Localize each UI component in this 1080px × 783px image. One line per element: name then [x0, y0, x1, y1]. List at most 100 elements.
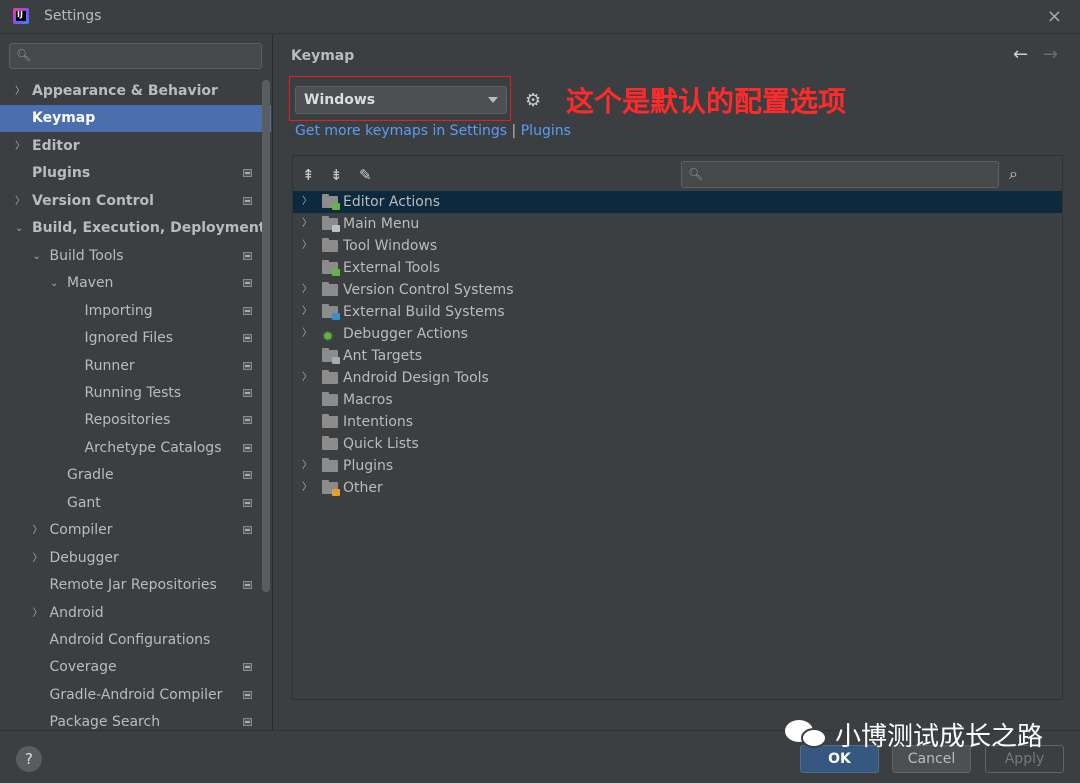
- action-group-row[interactable]: Intentions: [293, 411, 1062, 433]
- sidebar-item[interactable]: Gradle-Android Compiler: [0, 682, 272, 709]
- chevron-right-icon[interactable]: 〉: [302, 477, 312, 499]
- action-group-row[interactable]: 〉 Main Menu: [293, 213, 1062, 235]
- action-group-row[interactable]: Ant Targets: [293, 345, 1062, 367]
- sidebar-item[interactable]: Gant: [0, 490, 272, 517]
- sidebar-item[interactable]: 〉 Editor: [0, 133, 272, 160]
- sidebar-item[interactable]: Importing: [0, 298, 272, 325]
- chevron-right-icon[interactable]: 〉: [302, 191, 312, 213]
- project-scope-icon: [243, 251, 252, 260]
- action-group-row[interactable]: Macros: [293, 389, 1062, 411]
- sidebar-item[interactable]: 〉 Compiler: [0, 517, 272, 544]
- close-icon[interactable]: ×: [1047, 6, 1062, 27]
- action-group-row[interactable]: 〉 Plugins: [293, 455, 1062, 477]
- chevron-right-icon[interactable]: 〉: [302, 213, 312, 235]
- sidebar-item[interactable]: ⌄ Maven: [0, 270, 272, 297]
- action-group-label: Editor Actions: [343, 194, 441, 210]
- action-group-row[interactable]: Quick Lists: [293, 433, 1062, 455]
- sidebar-item[interactable]: Archetype Catalogs: [0, 435, 272, 462]
- sidebar-search-input[interactable]: 🔍︎: [9, 43, 262, 69]
- wechat-logo-icon: [785, 718, 831, 750]
- sidebar-item[interactable]: 〉 Debugger: [0, 545, 272, 572]
- sidebar-item-label: Editor: [32, 137, 80, 154]
- project-scope-icon: [243, 361, 252, 370]
- sidebar-item-label: Appearance & Behavior: [32, 83, 218, 99]
- title-bar: IJ Settings ×: [0, 0, 1080, 34]
- chevron-right-icon[interactable]: 〉: [302, 455, 312, 477]
- action-group-row[interactable]: 〉 Version Control Systems: [293, 279, 1062, 301]
- action-group-row[interactable]: 〉 Tool Windows: [293, 235, 1062, 257]
- sidebar-item-label: Maven: [67, 275, 114, 292]
- chevron-right-icon[interactable]: 〉: [302, 301, 312, 323]
- sidebar-item[interactable]: Running Tests: [0, 380, 272, 407]
- collapse-all-icon[interactable]: ⇟: [330, 166, 343, 184]
- action-group-row[interactable]: 〉 Android Design Tools: [293, 367, 1062, 389]
- window-title: Settings: [44, 8, 102, 24]
- action-group-label: Android Design Tools: [343, 370, 489, 386]
- help-button[interactable]: ?: [16, 746, 42, 772]
- sidebar-item-label: Coverage: [49, 659, 117, 676]
- sidebar-item[interactable]: ⌄ Build Tools: [0, 243, 272, 270]
- sidebar-item[interactable]: Repositories: [0, 407, 272, 434]
- sidebar-item[interactable]: 〉 Version Control: [0, 188, 272, 215]
- project-scope-icon: [243, 663, 252, 672]
- sidebar-item[interactable]: 〉 Android: [0, 600, 272, 627]
- chevron-right-icon[interactable]: 〉: [302, 367, 312, 389]
- find-by-shortcut-icon[interactable]: ⌕: [1009, 164, 1018, 184]
- action-group-row[interactable]: 〉 Other: [293, 477, 1062, 499]
- sidebar-item[interactable]: Android Configurations: [0, 627, 272, 654]
- back-arrow-icon[interactable]: ←: [1013, 44, 1028, 65]
- gear-icon[interactable]: ⚙: [525, 90, 541, 111]
- get-more-keymaps-link[interactable]: Get more keymaps in Settings: [295, 123, 507, 139]
- sidebar-item-label: Gradle-Android Compiler: [49, 686, 223, 703]
- sidebar-item[interactable]: Coverage: [0, 654, 272, 681]
- chevron-down-icon[interactable]: ⌄: [50, 270, 58, 297]
- sidebar-item[interactable]: Keymap: [0, 105, 271, 133]
- sidebar-item[interactable]: Gradle: [0, 462, 272, 489]
- action-group-row[interactable]: 〉 ✹ Debugger Actions: [293, 323, 1062, 345]
- project-scope-icon: [243, 196, 252, 205]
- project-scope-icon: [243, 388, 252, 397]
- sidebar-item-label: Android: [49, 604, 104, 621]
- folder-icon: [322, 414, 338, 428]
- edit-icon[interactable]: ✎: [359, 166, 372, 184]
- chevron-right-icon[interactable]: 〉: [33, 517, 43, 544]
- sidebar-item[interactable]: Runner: [0, 353, 272, 380]
- sidebar-item-label: Ignored Files: [84, 330, 174, 347]
- chevron-right-icon[interactable]: 〉: [15, 78, 25, 105]
- sidebar-item[interactable]: ⌄ Build, Execution, Deployment: [0, 215, 272, 242]
- action-group-row[interactable]: 〉 Editor Actions: [293, 191, 1062, 213]
- actions-search-input[interactable]: 🔍︎: [681, 161, 999, 188]
- chevron-right-icon[interactable]: 〉: [33, 600, 43, 627]
- watermark-text: 小博测试成长之路: [835, 722, 1044, 752]
- chevron-right-icon[interactable]: 〉: [15, 133, 25, 160]
- sidebar-item-label: Gradle: [67, 467, 114, 484]
- sidebar-item-label: Repositories: [84, 412, 171, 429]
- chevron-down-icon[interactable]: ⌄: [15, 215, 23, 242]
- sidebar-item-label: Gant: [67, 494, 101, 511]
- chevron-right-icon[interactable]: 〉: [15, 188, 25, 215]
- chevron-right-icon[interactable]: 〉: [302, 235, 312, 257]
- plugins-link[interactable]: Plugins: [521, 123, 571, 139]
- expand-all-icon[interactable]: ⇞: [302, 166, 315, 184]
- sidebar-scrollbar[interactable]: [262, 80, 270, 592]
- action-group-row[interactable]: 〉 External Build Systems: [293, 301, 1062, 323]
- chevron-down-icon[interactable]: ⌄: [33, 243, 41, 270]
- sidebar-item[interactable]: 〉 Appearance & Behavior: [0, 78, 272, 105]
- sidebar-item[interactable]: Ignored Files: [0, 325, 272, 352]
- chevron-right-icon[interactable]: 〉: [302, 323, 312, 345]
- chevron-right-icon[interactable]: 〉: [302, 279, 312, 301]
- sidebar-item[interactable]: Package Search: [0, 709, 272, 730]
- chevron-right-icon[interactable]: 〉: [33, 545, 43, 572]
- folder-icon: [322, 238, 338, 252]
- sidebar-item-label: Plugins: [32, 165, 91, 182]
- link-separator: |: [507, 123, 521, 139]
- sidebar-item[interactable]: Plugins: [0, 160, 272, 187]
- folder-icon: [322, 216, 340, 232]
- action-group-row[interactable]: External Tools: [293, 257, 1062, 279]
- project-scope-icon: [243, 443, 252, 452]
- keymap-panel: Keymap ← → Windows ⚙ 这个是默认的配置选项 Get more…: [272, 34, 1080, 730]
- keymap-scheme-dropdown[interactable]: Windows: [295, 86, 507, 114]
- project-scope-icon: [243, 471, 252, 480]
- sidebar-item[interactable]: Remote Jar Repositories: [0, 572, 272, 599]
- settings-sidebar: 🔍︎ 〉 Appearance & Behavior Keymap 〉 Editor Pl…: [0, 34, 272, 730]
